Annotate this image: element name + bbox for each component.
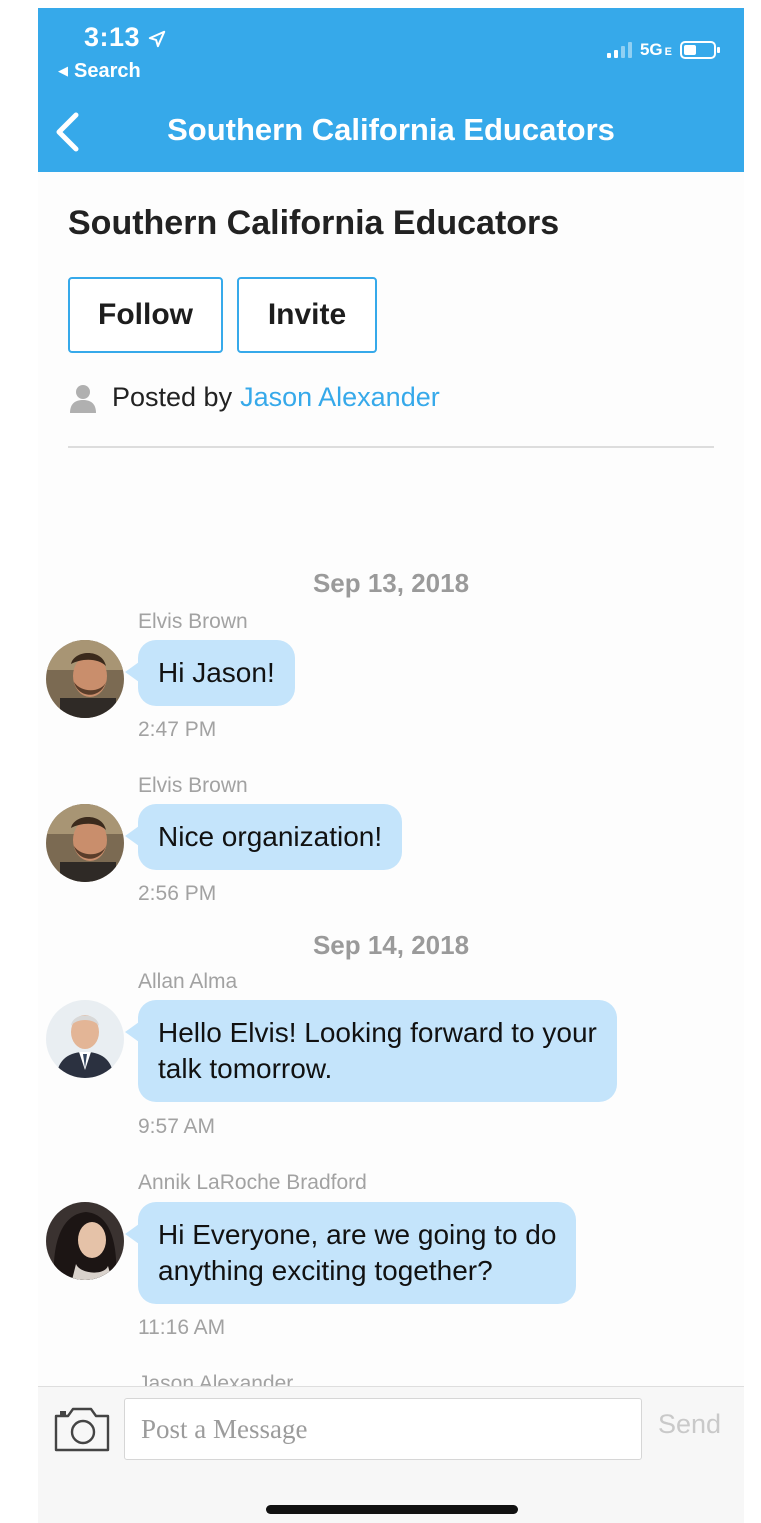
divider [68, 446, 714, 448]
person-icon [70, 384, 96, 413]
nav-title: Southern California Educators [167, 112, 615, 147]
message-bubble: Hi Jason! [125, 640, 295, 706]
message-text-line: talk tomorrow. [158, 1053, 333, 1084]
message-sender: Elvis Brown [138, 610, 248, 633]
top-bar: 3:13 ◀ Search 5G E Southern California Edu… [38, 8, 744, 172]
network-indicator: 5G E [640, 40, 672, 60]
back-triangle-icon: ◀ [58, 63, 68, 78]
message-time: 2:56 PM [138, 882, 217, 905]
network-label: 5G [639, 40, 663, 59]
location-arrow-icon [148, 30, 166, 48]
avatar[interactable] [46, 1202, 124, 1280]
message-bubble: Hi Everyone, are we going to do anything… [124, 1202, 577, 1304]
send-button[interactable]: Send [658, 1409, 721, 1440]
message-time: 9:57 AM [138, 1115, 216, 1138]
posted-by-author-link[interactable]: Jason Alexander [240, 382, 440, 413]
message-sender: Allan Alma [138, 970, 238, 993]
message-bubble: Nice organization! [124, 804, 403, 870]
message-time: 2:47 PM [138, 718, 217, 741]
message-text-line: Hello Elvis! Looking forward to your [158, 1017, 597, 1048]
message-sender: Elvis Brown [138, 774, 248, 797]
message-time: 11:16 AM [138, 1316, 226, 1339]
message-text-line: Hi Everyone, are we going to do [158, 1219, 557, 1250]
avatar[interactable] [46, 640, 124, 718]
back-app-label: Search [74, 60, 141, 82]
back-to-app[interactable]: ◀ Search [58, 60, 141, 83]
message-text-line: anything exciting together? [158, 1255, 493, 1286]
message-sender: Annik LaRoche Bradford [138, 1171, 367, 1194]
message-text: Hi Jason! [158, 657, 275, 688]
avatar[interactable] [46, 1000, 124, 1078]
date-separator: Sep 14, 2018 [312, 930, 470, 960]
phone-screen: 3:13 ◀ Search 5G E Southern California Edu… [38, 8, 744, 1523]
signal-icon [606, 42, 632, 58]
home-indicator [266, 1505, 518, 1514]
posted-by: Posted by Jason Alexander [68, 382, 440, 413]
message-bubble: Hello Elvis! Looking forward to your tal… [125, 1000, 617, 1102]
follow-button[interactable]: Follow [68, 277, 223, 353]
status-time: 3:13 [84, 22, 141, 52]
camera-icon[interactable] [52, 1404, 112, 1454]
network-suffix: E [664, 46, 672, 58]
invite-button[interactable]: Invite [237, 277, 377, 353]
date-separator: Sep 13, 2018 [312, 568, 470, 598]
posted-by-label: Posted by [112, 382, 233, 412]
message-composer: Send [38, 1386, 744, 1523]
status-indicators: 5G E [606, 40, 720, 60]
battery-icon [680, 41, 720, 59]
message-text: Nice organization! [158, 821, 383, 852]
avatar[interactable] [46, 804, 124, 882]
message-input[interactable] [124, 1398, 642, 1460]
group-title: Southern California Educators [68, 204, 560, 242]
